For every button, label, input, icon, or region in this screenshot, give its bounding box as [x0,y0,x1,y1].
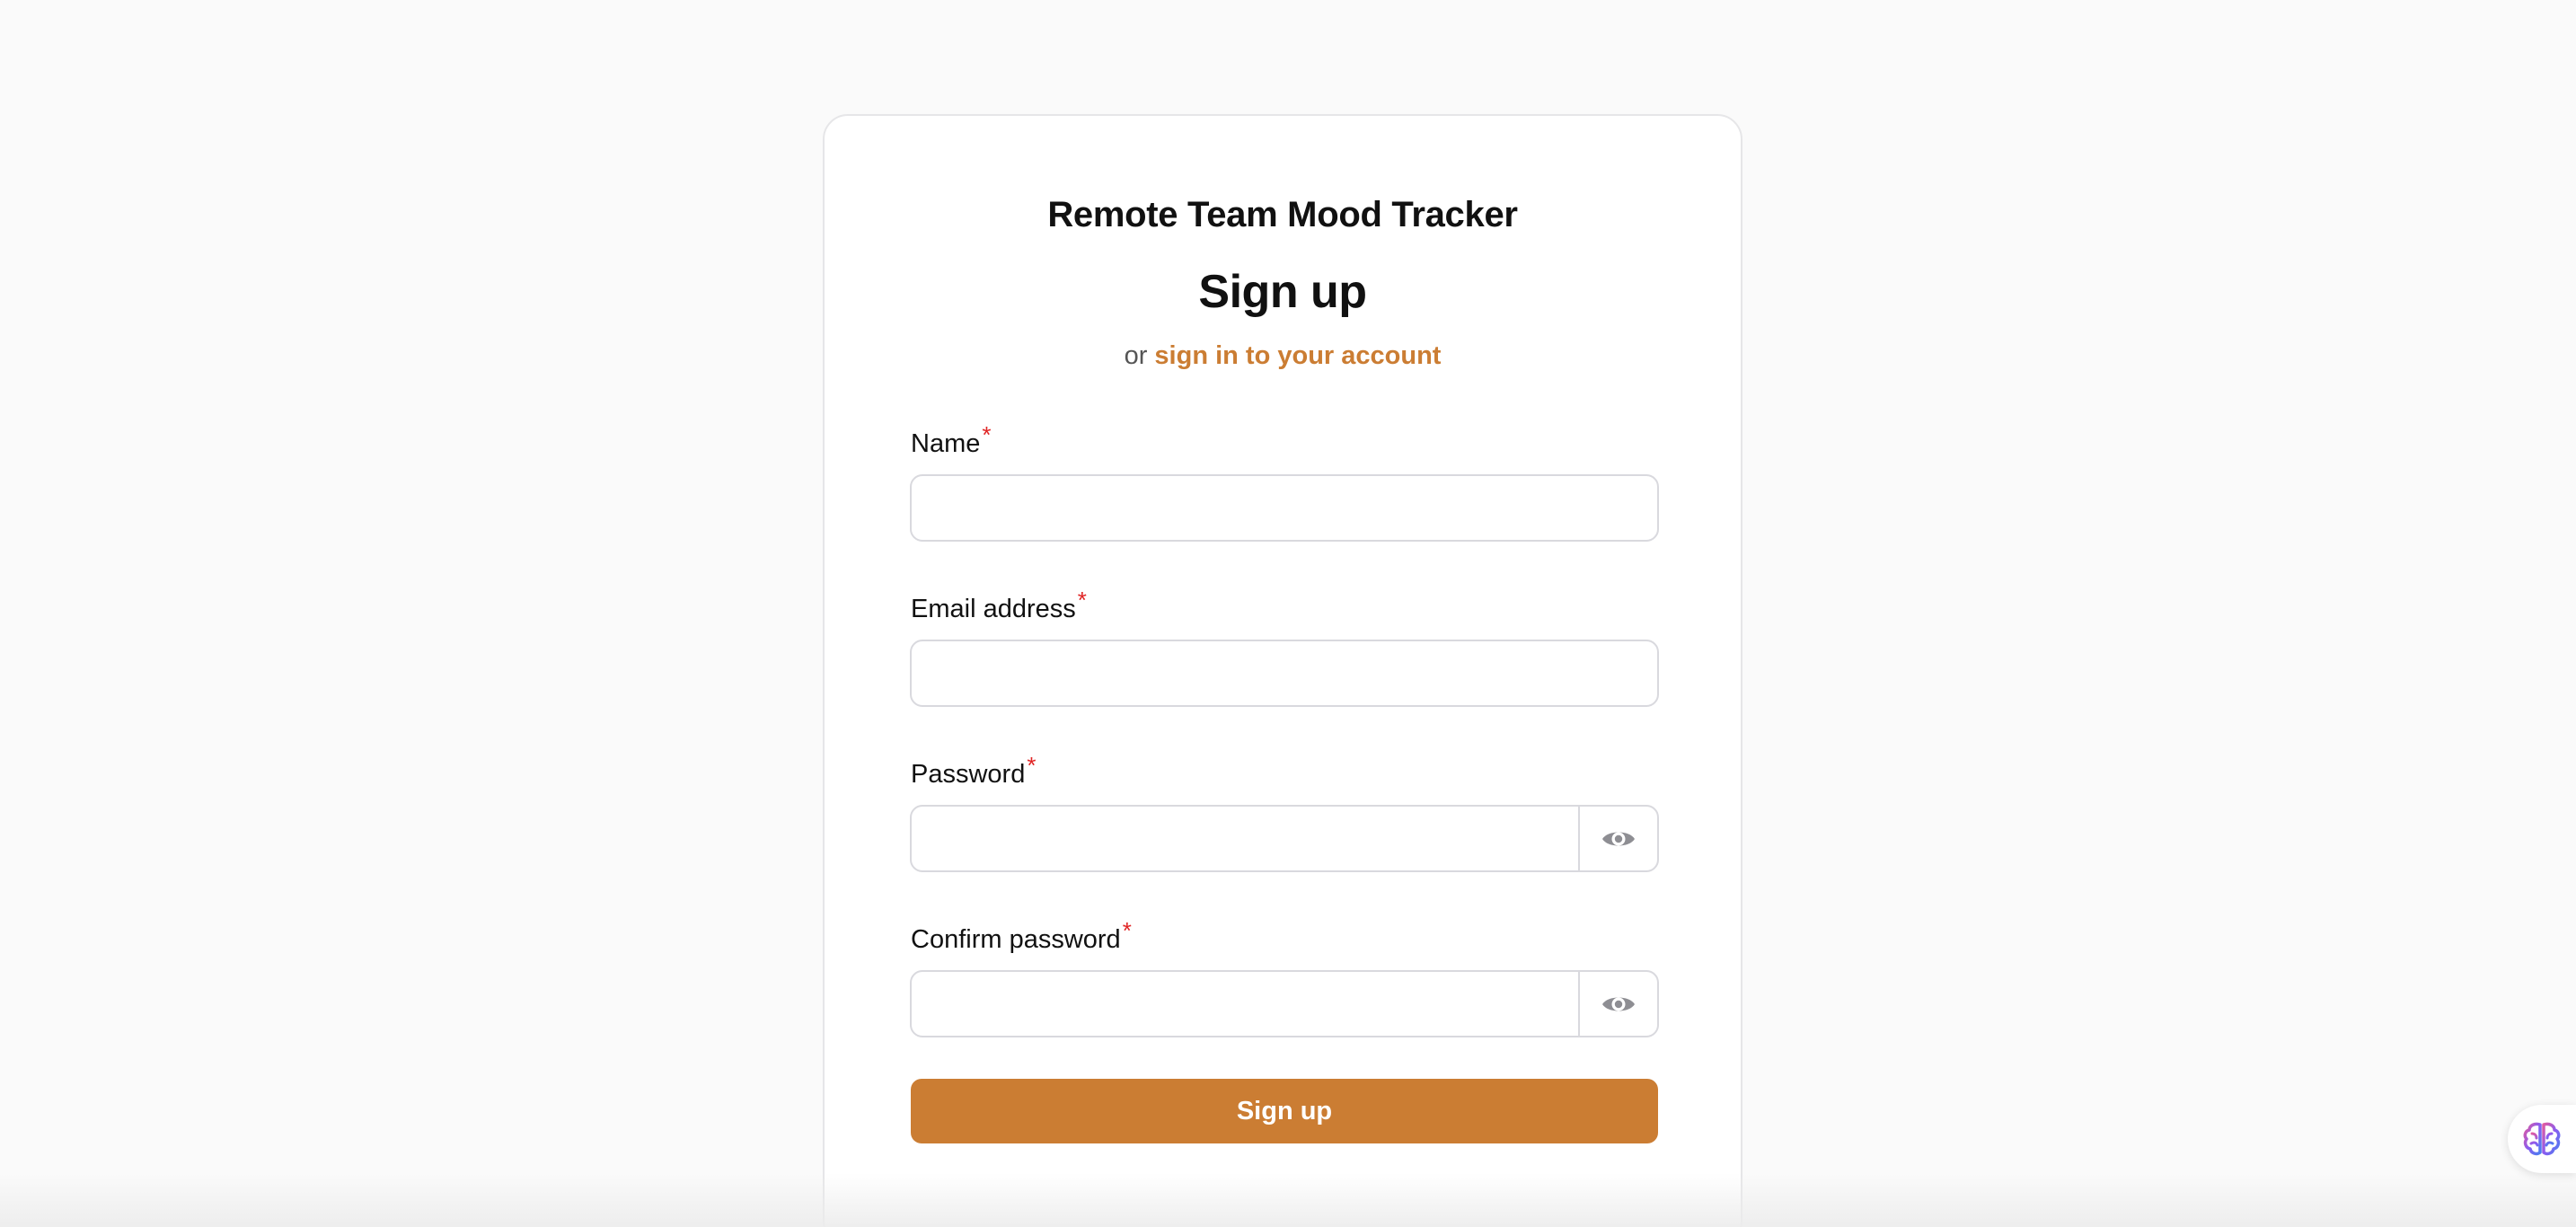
required-mark: * [982,421,992,448]
name-label: Name* [911,421,991,459]
assistant-button[interactable] [2508,1105,2576,1173]
show-confirm-password-button[interactable] [1578,972,1657,1036]
app-name: Remote Team Mood Tracker [1047,195,1518,234]
password-input[interactable] [912,807,1578,870]
show-password-button[interactable] [1578,807,1657,870]
name-label-text: Name [911,429,981,458]
eye-icon [1602,832,1635,845]
sign-up-button[interactable]: Sign up [911,1079,1658,1143]
page-title: Sign up [1198,266,1367,318]
confirm-password-label-text: Confirm password [911,925,1121,954]
signin-prompt: or sign in to your account [825,341,1741,371]
required-mark: * [1077,587,1087,614]
confirm-password-field [910,970,1659,1037]
required-mark: * [1122,917,1132,944]
email-label-text: Email address [911,595,1076,623]
signin-link[interactable]: sign in to your account [1154,341,1441,370]
required-mark: * [1027,752,1037,779]
password-label: Password* [911,752,1036,790]
page: Remote Team Mood Tracker Sign up or sign… [0,0,2576,1227]
confirm-password-input[interactable] [912,972,1578,1036]
signup-card: Remote Team Mood Tracker Sign up or sign… [823,114,1742,1227]
password-label-text: Password [911,760,1026,789]
signin-prompt-prefix: or [1124,341,1148,370]
email-input[interactable] [910,640,1659,707]
password-field [910,805,1659,872]
brain-icon [2523,1122,2561,1156]
eye-icon [1602,997,1635,1011]
email-label: Email address* [911,587,1087,624]
name-input[interactable] [910,474,1659,542]
confirm-password-label: Confirm password* [911,917,1132,955]
